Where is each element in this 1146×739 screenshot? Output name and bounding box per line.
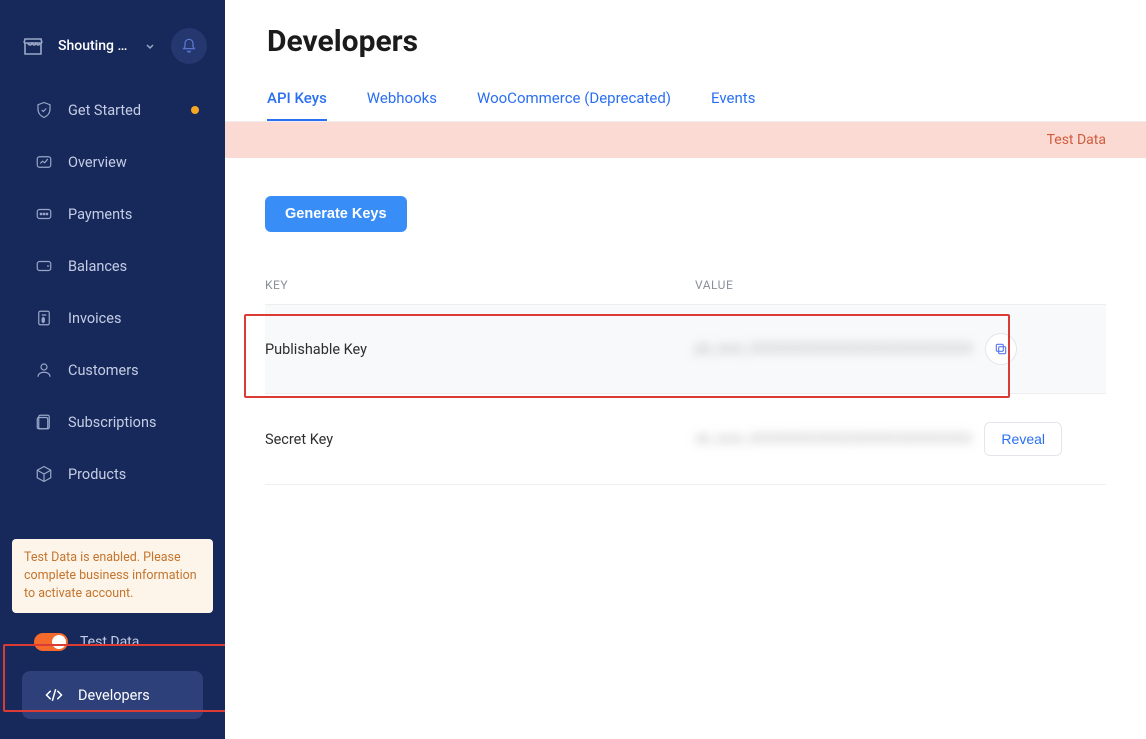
generate-keys-button[interactable]: Generate Keys [265,196,407,232]
table-row: Publishable Key pk_test_XXXXXXXXXXXXXXXX… [265,305,1106,394]
sidebar-item-subscriptions[interactable]: Subscriptions [0,396,225,448]
svg-text:$: $ [42,317,45,324]
col-header-value: VALUE [695,278,1106,292]
sidebar-item-get-started[interactable]: Get Started [0,84,225,136]
sidebar-item-customers[interactable]: Customers [0,344,225,396]
sidebar: Shouting Pi… Get Started Overview [0,0,225,739]
key-value-masked: sk_test_XXXXXXXXXXXXXXXXXXXXXXXX [695,431,972,447]
page-title: Developers [225,24,1146,59]
sidebar-item-label: Overview [68,154,127,171]
sidebar-nav: Get Started Overview Payments Balances [0,84,225,500]
wallet-icon [34,256,54,276]
test-data-warning: Test Data is enabled. Please complete bu… [12,539,213,613]
test-data-toggle[interactable] [34,633,68,651]
products-icon [34,464,54,484]
store-icon [18,31,48,61]
customers-icon [34,360,54,380]
tab-api-keys[interactable]: API Keys [267,77,327,121]
col-header-key: KEY [265,278,695,292]
toggle-label: Test Data [80,634,139,650]
sidebar-item-label: Balances [68,258,127,275]
sidebar-header: Shouting Pi… [0,18,225,84]
tab-woocommerce[interactable]: WooCommerce (Deprecated) [477,77,671,121]
sidebar-item-label: Get Started [68,102,141,119]
notifications-button[interactable] [171,28,207,64]
sidebar-item-label: Customers [68,362,139,379]
keys-table: KEY VALUE Publishable Key pk_test_XXXXXX… [265,278,1106,485]
payments-icon [34,204,54,224]
sidebar-item-label: Developers [78,687,150,704]
sidebar-item-payments[interactable]: Payments [0,188,225,240]
chart-icon [34,152,54,172]
test-data-toggle-row: Test Data [10,627,215,657]
sidebar-item-overview[interactable]: Overview [0,136,225,188]
subscriptions-icon [34,412,54,432]
tab-events[interactable]: Events [711,77,755,121]
sidebar-item-balances[interactable]: Balances [0,240,225,292]
sidebar-item-label: Products [68,466,126,483]
store-name[interactable]: Shouting Pi… [58,38,135,54]
tabs: API Keys Webhooks WooCommerce (Deprecate… [225,77,1146,122]
sidebar-item-label: Invoices [68,310,121,327]
sidebar-item-label: Subscriptions [68,414,156,431]
sidebar-item-developers[interactable]: Developers [22,671,203,719]
table-header: KEY VALUE [265,278,1106,305]
sidebar-item-invoices[interactable]: $ Invoices [0,292,225,344]
table-row: Secret Key sk_test_XXXXXXXXXXXXXXXXXXXXX… [265,394,1106,485]
key-value-masked: pk_test_XXXXXXXXXXXXXXXXXXXXXXXX [695,341,973,357]
main-content: Developers API Keys Webhooks WooCommerce… [225,0,1146,739]
key-name: Publishable Key [265,341,695,358]
sidebar-item-label: Payments [68,206,132,223]
tab-webhooks[interactable]: Webhooks [367,77,437,121]
test-data-banner: Test Data [225,122,1146,158]
copy-button[interactable] [985,333,1017,365]
sidebar-item-products[interactable]: Products [0,448,225,500]
invoice-icon: $ [34,308,54,328]
code-icon [44,685,64,705]
chevron-down-icon[interactable] [145,41,155,51]
badge-dot-icon [191,106,199,114]
key-name: Secret Key [265,431,695,448]
reveal-button[interactable]: Reveal [984,422,1062,456]
shield-icon [34,100,54,120]
